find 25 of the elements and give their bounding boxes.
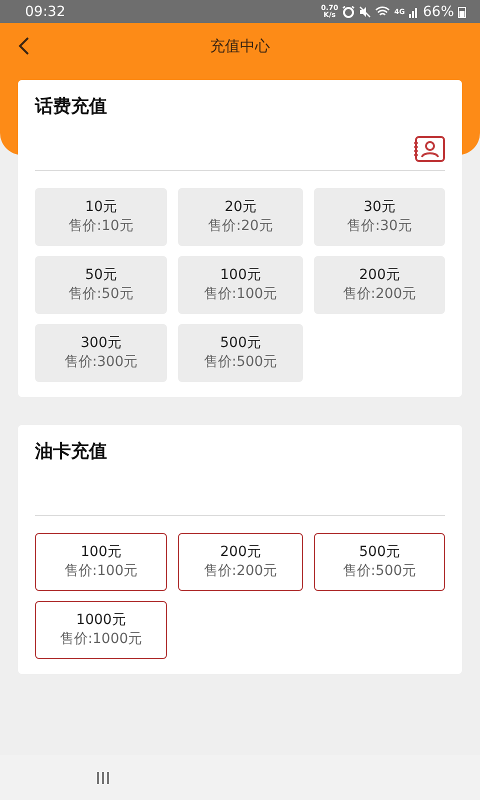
- contact-book-icon[interactable]: [413, 136, 445, 162]
- amount-option[interactable]: 50元 售价:50元: [35, 256, 167, 314]
- amount-option[interactable]: 200元 售价:200元: [314, 256, 445, 314]
- amount-option[interactable]: 300元 售价:300元: [35, 324, 167, 382]
- clock: 09:32: [25, 4, 66, 20]
- amount-option[interactable]: 20元 售价:20元: [178, 188, 303, 246]
- amount-option[interactable]: 500元 售价:500元: [178, 324, 303, 382]
- alarm-icon: [342, 6, 356, 18]
- amount-option[interactable]: 100元 售价:100元: [178, 256, 303, 314]
- section-title: 油卡充值: [35, 440, 108, 463]
- section-title: 话费充值: [35, 95, 108, 118]
- amount-option[interactable]: 100元 售价:100元: [35, 533, 167, 591]
- page-title: 充值中心: [210, 36, 270, 56]
- battery-level: 66%: [422, 4, 454, 20]
- amount-option[interactable]: 500元 售价:500元: [314, 533, 445, 591]
- battery-icon: [458, 6, 466, 18]
- amount-option[interactable]: 10元 售价:10元: [35, 188, 167, 246]
- amount-option[interactable]: 30元 售价:30元: [314, 188, 445, 246]
- recent-apps-icon[interactable]: [96, 770, 110, 784]
- amount-option[interactable]: 1000元 售价:1000元: [35, 601, 167, 659]
- wifi-icon: [375, 6, 390, 18]
- mute-icon: [359, 6, 372, 18]
- amount-option[interactable]: 200元 售价:200元: [178, 533, 303, 591]
- signal-icon: [408, 6, 419, 18]
- back-icon[interactable]: [18, 36, 30, 56]
